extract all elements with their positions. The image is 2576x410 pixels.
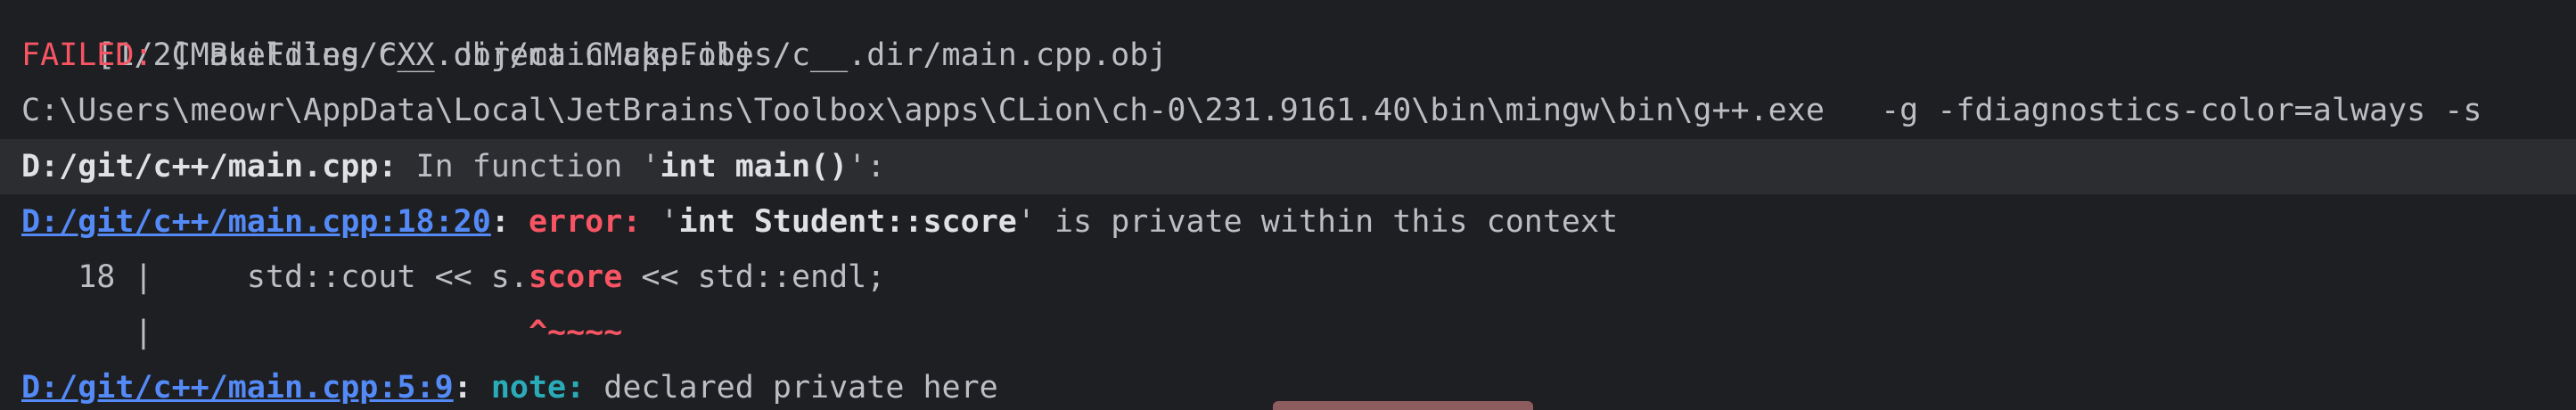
error-label: error: bbox=[528, 204, 642, 240]
compile-command: C:\Users\meowr\AppData\Local\JetBrains\T… bbox=[21, 93, 2482, 128]
error-colon: : bbox=[490, 204, 510, 240]
in-function-file: D:/git/c++/main.cpp: bbox=[21, 149, 398, 184]
note-location-link[interactable]: D:/git/c++/main.cpp:5:9 bbox=[21, 370, 454, 406]
note-message: declared private here bbox=[585, 370, 998, 406]
in-function-text-after: ': bbox=[848, 149, 886, 184]
error-quote-open: ' bbox=[641, 204, 679, 240]
in-function-name: int main() bbox=[660, 149, 849, 184]
overlay-popup-edge bbox=[1273, 401, 1533, 410]
caret-line: | ^~~~~ bbox=[0, 305, 2576, 360]
note-label: note: bbox=[490, 370, 586, 406]
failed-line: FAILED: CMakeFiles/c__.dir/main.cpp.obj bbox=[0, 28, 2576, 83]
error-line: D:/git/c++/main.cpp:18:20: error: 'int S… bbox=[0, 194, 2576, 250]
error-symbol: int Student::score bbox=[678, 204, 1017, 240]
failed-label: FAILED: bbox=[21, 37, 153, 73]
failed-target: CMakeFiles/c__.dir/main.cpp.obj bbox=[171, 37, 754, 73]
build-step-line: [1/2] Building CXX object CMakeFiles/c__… bbox=[0, 0, 2576, 73]
error-message: ' is private within this context bbox=[1016, 204, 1619, 240]
source-code-highlight: score bbox=[528, 259, 623, 295]
note-colon: : bbox=[453, 370, 472, 406]
error-location-link[interactable]: D:/git/c++/main.cpp:18:20 bbox=[21, 204, 491, 240]
source-line-number: 18 | bbox=[21, 259, 247, 295]
build-output-console: [1/2] Building CXX object CMakeFiles/c__… bbox=[0, 0, 2576, 410]
source-line: 18 | std::cout << s.score << std::endl; bbox=[0, 250, 2576, 305]
source-code-before: std::cout << s. bbox=[246, 259, 529, 295]
in-function-text-before: In function ' bbox=[397, 149, 660, 184]
source-code-after: << std::endl; bbox=[622, 259, 886, 295]
in-function-line: D:/git/c++/main.cpp: In function 'int ma… bbox=[0, 139, 2576, 194]
caret-marker: ^~~~~ bbox=[528, 315, 623, 350]
compile-command-line: C:\Users\meowr\AppData\Local\JetBrains\T… bbox=[0, 83, 2576, 138]
caret-gutter: | bbox=[21, 315, 529, 350]
